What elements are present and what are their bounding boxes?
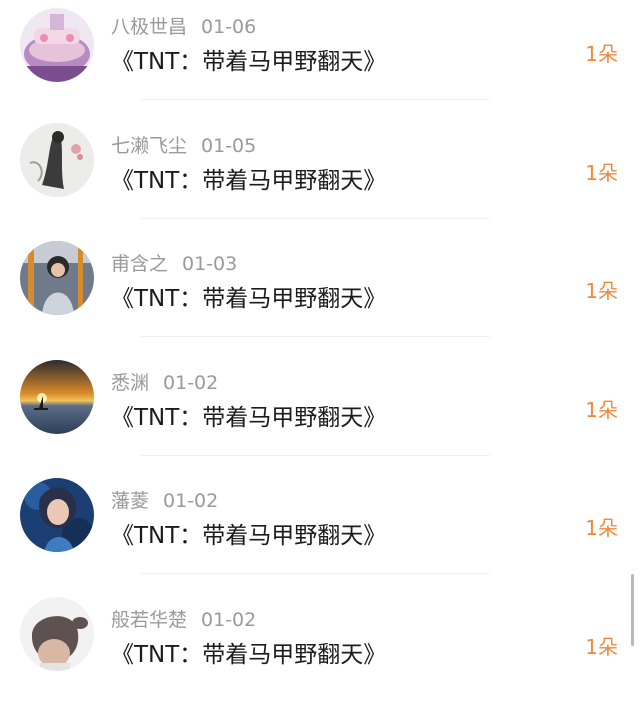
user-name: 藩菱 bbox=[111, 490, 149, 512]
list-item[interactable]: 般若华楚 01-02 《TNT：带着马甲野翻天》 1朵 bbox=[0, 593, 640, 711]
gift-count: 1朵 bbox=[585, 631, 618, 660]
item-title: 《TNT：带着马甲野翻天》 bbox=[111, 42, 386, 76]
list-item[interactable]: 藩菱 01-02 《TNT：带着马甲野翻天》 1朵 bbox=[0, 474, 640, 593]
user-name: 八极世昌 bbox=[111, 16, 187, 38]
list-item[interactable]: 甫含之 01-03 《TNT：带着马甲野翻天》 1朵 bbox=[0, 237, 640, 356]
divider bbox=[140, 455, 490, 456]
item-title: 《TNT：带着马甲野翻天》 bbox=[111, 279, 386, 313]
avatar-child-ponytail-icon[interactable] bbox=[20, 597, 94, 671]
gift-record-list: 八极世昌 01-06 《TNT：带着马甲野翻天》 1朵 七濑飞尘 01-05 《TN… bbox=[0, 0, 640, 711]
item-meta: 悉渊 01-02 bbox=[111, 368, 218, 395]
item-title: 《TNT：带着马甲野翻天》 bbox=[111, 398, 386, 432]
divider bbox=[140, 336, 490, 337]
user-name: 七濑飞尘 bbox=[111, 135, 187, 157]
gift-count: 1朵 bbox=[585, 394, 618, 423]
item-date: 01-02 bbox=[163, 372, 218, 394]
item-date: 01-05 bbox=[201, 135, 256, 157]
item-date: 01-02 bbox=[163, 490, 218, 512]
scrollbar[interactable] bbox=[631, 574, 634, 646]
gift-count: 1朵 bbox=[585, 275, 618, 304]
avatar-purple-scene-icon[interactable] bbox=[20, 8, 94, 82]
user-name: 甫含之 bbox=[111, 253, 168, 275]
item-title: 《TNT：带着马甲野翻天》 bbox=[111, 635, 386, 669]
divider bbox=[140, 573, 490, 574]
list-item[interactable]: 七濑飞尘 01-05 《TNT：带着马甲野翻天》 1朵 bbox=[0, 119, 640, 238]
item-meta: 甫含之 01-03 bbox=[111, 249, 237, 276]
avatar-ink-painting-icon[interactable] bbox=[20, 123, 94, 197]
item-meta: 七濑飞尘 01-05 bbox=[111, 131, 256, 158]
gift-count: 1朵 bbox=[585, 512, 618, 541]
gift-count: 1朵 bbox=[585, 38, 618, 67]
item-date: 01-03 bbox=[182, 253, 237, 275]
item-date: 01-02 bbox=[201, 609, 256, 631]
avatar-blue-character-icon[interactable] bbox=[20, 478, 94, 552]
user-name: 般若华楚 bbox=[111, 609, 187, 631]
list-item[interactable]: 八极世昌 01-06 《TNT：带着马甲野翻天》 1朵 bbox=[0, 0, 640, 119]
item-meta: 藩菱 01-02 bbox=[111, 486, 218, 513]
divider bbox=[140, 99, 490, 100]
item-date: 01-06 bbox=[201, 16, 256, 38]
avatar-person-bus-icon[interactable] bbox=[20, 241, 94, 315]
item-title: 《TNT：带着马甲野翻天》 bbox=[111, 516, 386, 550]
avatar-sunset-boat-icon[interactable] bbox=[20, 360, 94, 434]
divider bbox=[140, 218, 490, 219]
list-item[interactable]: 悉渊 01-02 《TNT：带着马甲野翻天》 1朵 bbox=[0, 356, 640, 475]
item-meta: 般若华楚 01-02 bbox=[111, 605, 256, 632]
gift-count: 1朵 bbox=[585, 157, 618, 186]
user-name: 悉渊 bbox=[111, 372, 149, 394]
item-meta: 八极世昌 01-06 bbox=[111, 12, 256, 39]
item-title: 《TNT：带着马甲野翻天》 bbox=[111, 161, 386, 195]
